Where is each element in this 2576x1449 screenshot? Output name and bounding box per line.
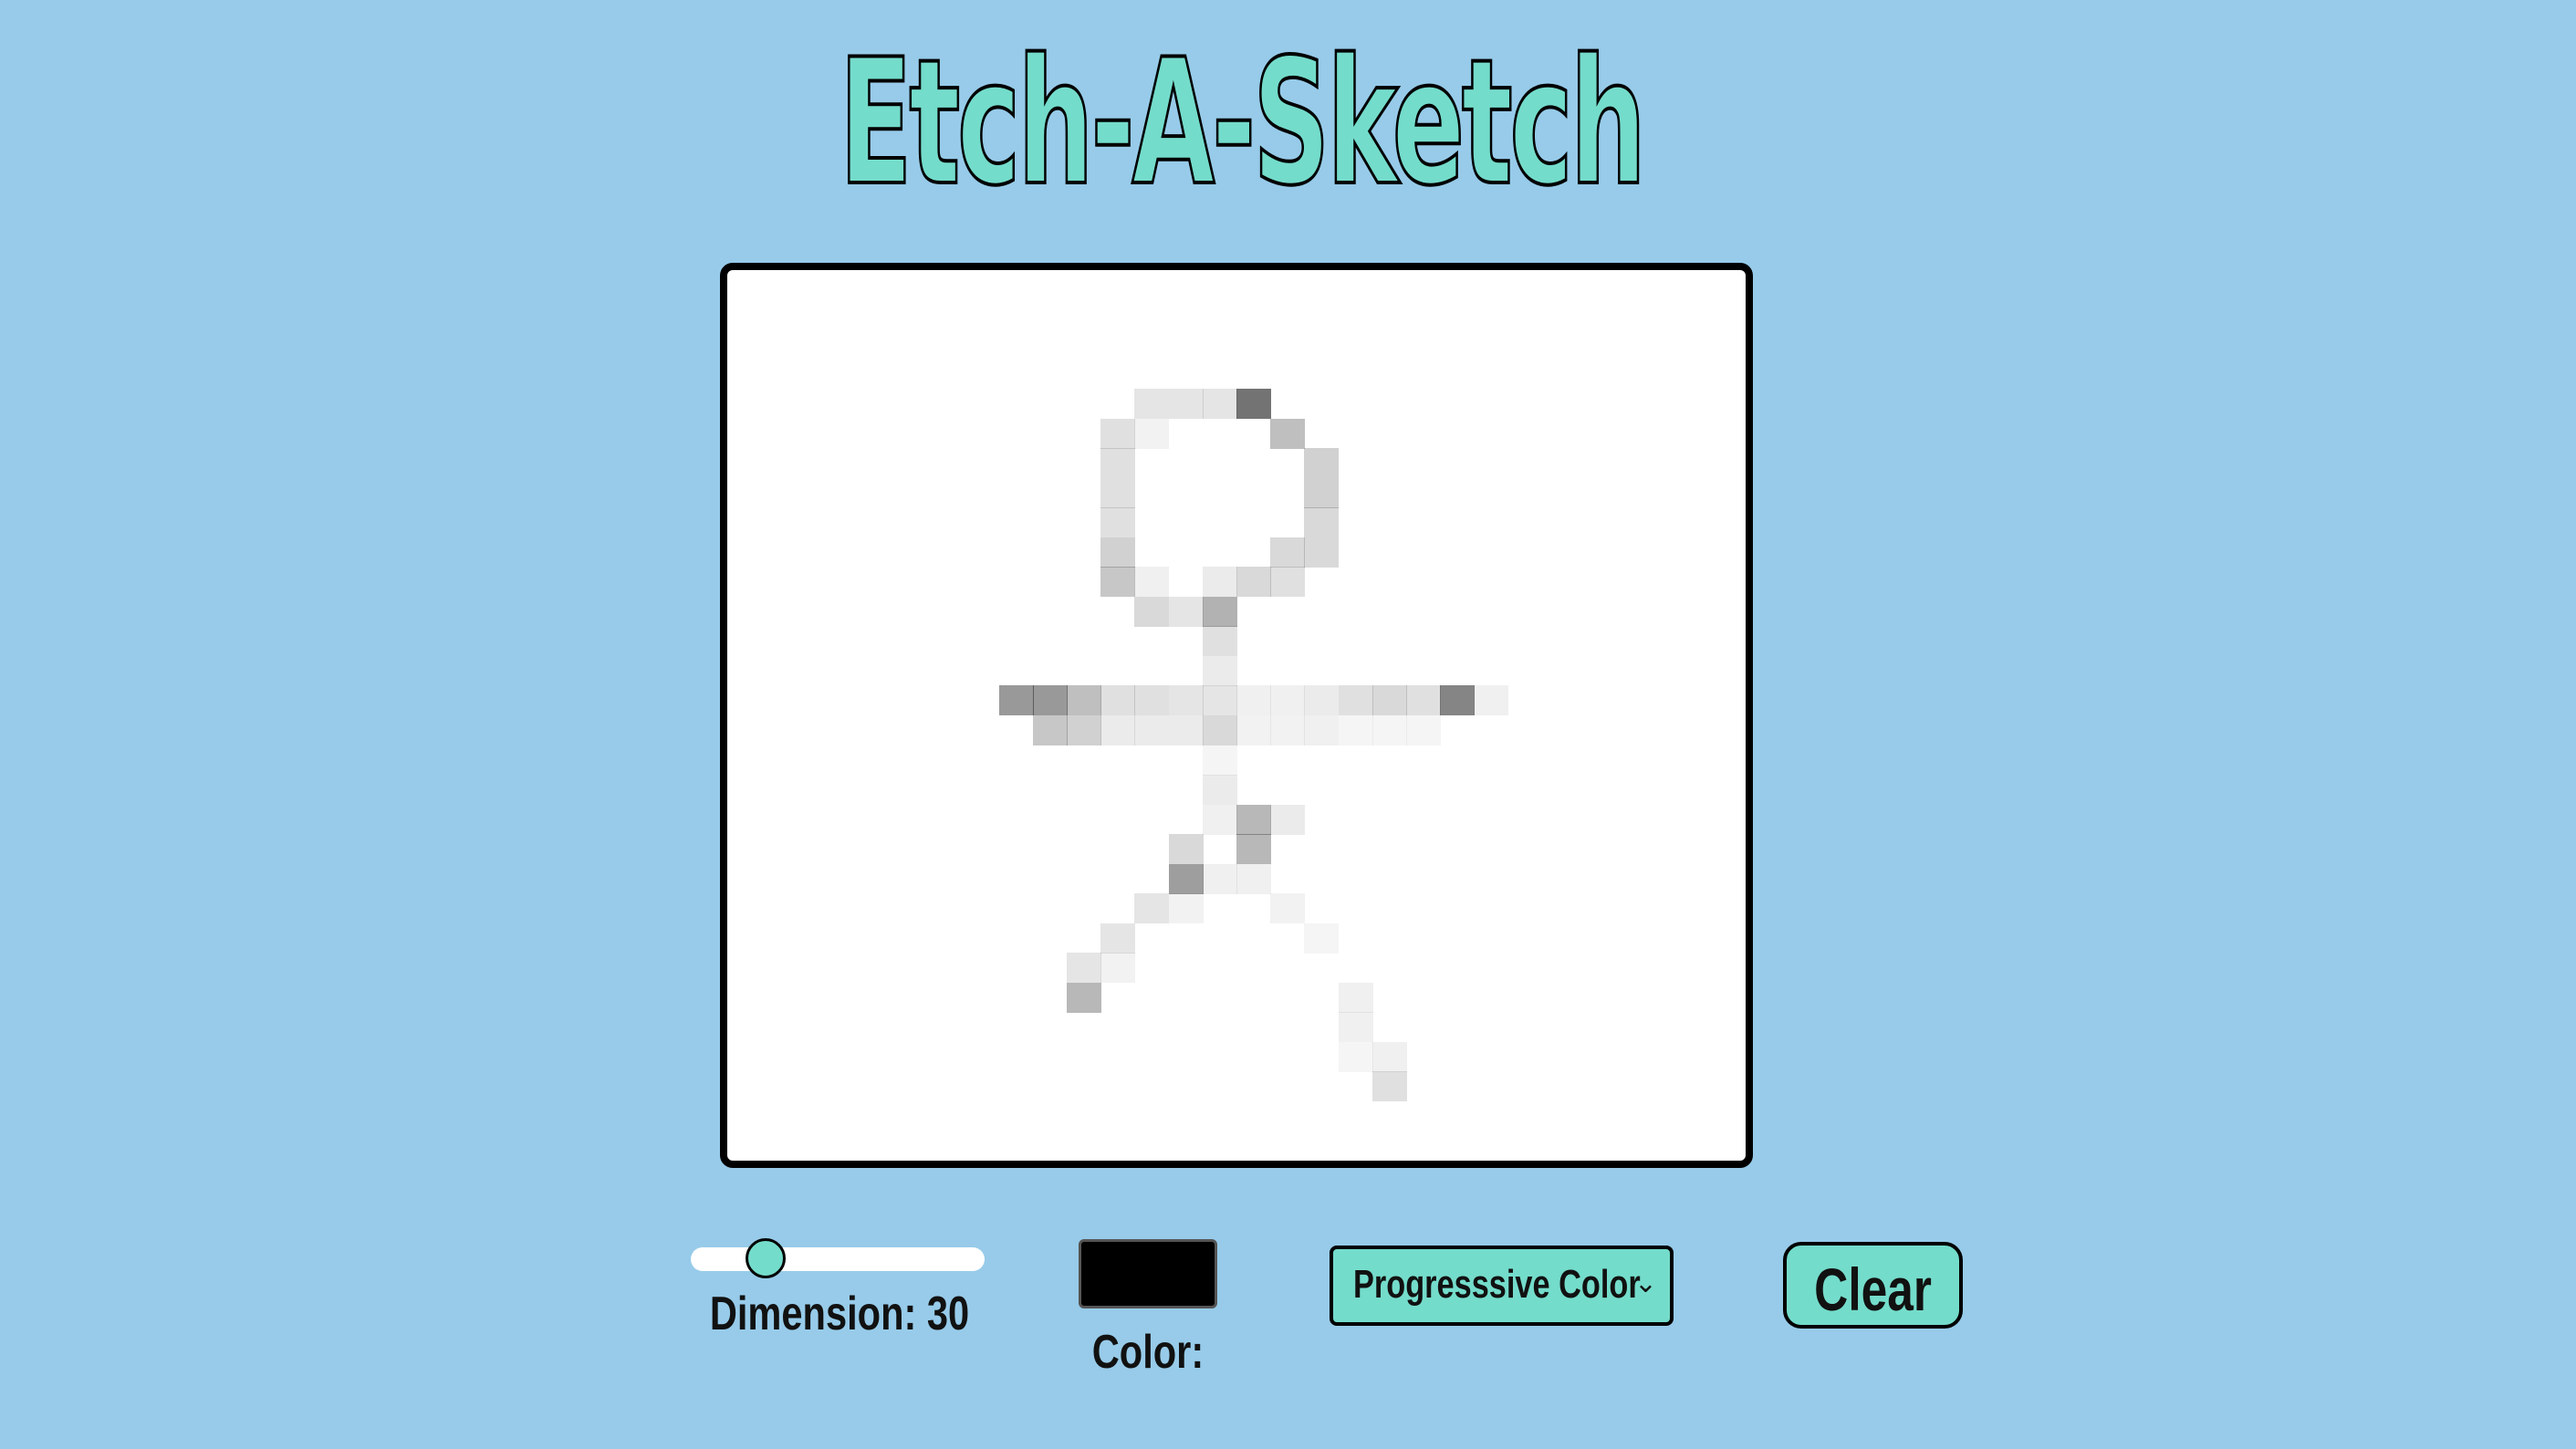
- dimension-slider[interactable]: [691, 1247, 985, 1271]
- grid-cell[interactable]: [1270, 715, 1306, 745]
- grid-cell[interactable]: [1236, 567, 1271, 598]
- mode-select-value: Progresssive Color: [1353, 1262, 1641, 1307]
- grid-cell[interactable]: [1304, 448, 1340, 479]
- grid-cell[interactable]: [1067, 685, 1101, 716]
- dimension-label: Dimension: 30: [709, 1287, 970, 1340]
- grid-cell[interactable]: [1236, 863, 1271, 894]
- color-label: Color:: [1091, 1326, 1205, 1379]
- grid-cell[interactable]: [1338, 1041, 1373, 1072]
- grid-cell[interactable]: [1100, 953, 1136, 984]
- grid-cell[interactable]: [1134, 567, 1170, 598]
- grid-cell[interactable]: [1270, 804, 1306, 835]
- grid-cell[interactable]: [1270, 537, 1306, 568]
- grid-cell[interactable]: [1168, 893, 1204, 924]
- grid-cell[interactable]: [1134, 715, 1170, 745]
- grid-cell[interactable]: [1168, 715, 1204, 745]
- grid-cell[interactable]: [1371, 715, 1407, 745]
- grid-cell[interactable]: [1236, 389, 1271, 420]
- grid-cell[interactable]: [1474, 685, 1509, 716]
- grid-cell[interactable]: [1202, 596, 1237, 627]
- grid-cell[interactable]: [1202, 655, 1237, 686]
- grid-cell[interactable]: [1236, 715, 1271, 745]
- grid-cell[interactable]: [1338, 715, 1373, 745]
- grid-cell[interactable]: [1371, 685, 1407, 716]
- grid-cell[interactable]: [1100, 477, 1136, 508]
- grid-cell[interactable]: [1202, 567, 1237, 598]
- grid-cell[interactable]: [1304, 923, 1340, 954]
- grid-cell[interactable]: [1168, 863, 1204, 894]
- grid-cell[interactable]: [1371, 1071, 1407, 1102]
- mode-select[interactable]: Progresssive Color ⌄: [1330, 1246, 1674, 1326]
- grid-cell[interactable]: [1236, 804, 1271, 835]
- grid-cell[interactable]: [1100, 923, 1136, 954]
- grid-cell[interactable]: [1168, 596, 1204, 627]
- grid-cell[interactable]: [1236, 685, 1271, 716]
- grid-cell[interactable]: [1100, 448, 1136, 479]
- grid-cell[interactable]: [1168, 389, 1204, 420]
- grid-cell[interactable]: [1338, 1012, 1373, 1043]
- clear-button[interactable]: Clear: [1783, 1242, 1963, 1329]
- grid-cell[interactable]: [1406, 685, 1441, 716]
- grid-cell[interactable]: [1168, 685, 1204, 716]
- grid-cell[interactable]: [1338, 685, 1373, 716]
- grid-cell[interactable]: [1371, 1041, 1407, 1072]
- grid-cell[interactable]: [1270, 418, 1306, 449]
- grid-cell[interactable]: [1202, 685, 1237, 716]
- dimension-slider-thumb[interactable]: [746, 1238, 786, 1278]
- grid-cell[interactable]: [1067, 715, 1101, 745]
- grid-cell[interactable]: [1134, 685, 1170, 716]
- grid-cell[interactable]: [1134, 418, 1170, 449]
- grid-cell[interactable]: [998, 685, 1034, 716]
- grid-cell[interactable]: [1202, 715, 1237, 745]
- grid-cell[interactable]: [1304, 507, 1340, 538]
- grid-cell[interactable]: [1067, 953, 1101, 984]
- grid-cell[interactable]: [1032, 685, 1068, 716]
- grid-cell[interactable]: [1338, 982, 1373, 1013]
- grid-cell[interactable]: [1304, 537, 1340, 568]
- sketch-board[interactable]: [720, 263, 1753, 1168]
- grid-cell[interactable]: [1134, 596, 1170, 627]
- grid-cell[interactable]: [1304, 477, 1340, 508]
- grid-cell[interactable]: [1202, 389, 1237, 420]
- grid-cell[interactable]: [1202, 775, 1237, 806]
- grid-cell[interactable]: [1067, 982, 1101, 1013]
- grid-cell[interactable]: [1100, 685, 1136, 716]
- grid-cell[interactable]: [1202, 626, 1237, 657]
- grid-cell[interactable]: [1100, 507, 1136, 538]
- grid-cell[interactable]: [1032, 715, 1068, 745]
- grid-cell[interactable]: [1134, 389, 1170, 420]
- grid-cell[interactable]: [1100, 418, 1136, 449]
- grid-cell[interactable]: [1270, 685, 1306, 716]
- grid-cell[interactable]: [1270, 567, 1306, 598]
- grid-cell[interactable]: [1202, 804, 1237, 835]
- grid-cell[interactable]: [1100, 715, 1136, 745]
- grid-cell[interactable]: [1406, 715, 1441, 745]
- grid-cell[interactable]: [1304, 715, 1340, 745]
- color-picker[interactable]: [1079, 1239, 1217, 1308]
- chevron-down-icon: ⌄: [1633, 1267, 1657, 1299]
- grid-cell[interactable]: [1440, 685, 1476, 716]
- grid-cell[interactable]: [1304, 685, 1340, 716]
- grid-cell[interactable]: [1168, 834, 1204, 865]
- grid-cell[interactable]: [1100, 567, 1136, 598]
- grid-cell[interactable]: [1202, 745, 1237, 776]
- grid-cell[interactable]: [1202, 863, 1237, 894]
- clear-button-label: Clear: [1814, 1256, 1932, 1323]
- app-title: Etch-A-Sketch: [838, 22, 1647, 224]
- grid-cell[interactable]: [1236, 834, 1271, 865]
- grid-cell[interactable]: [1134, 893, 1170, 924]
- grid-cell[interactable]: [1100, 537, 1136, 568]
- grid-cell[interactable]: [1270, 893, 1306, 924]
